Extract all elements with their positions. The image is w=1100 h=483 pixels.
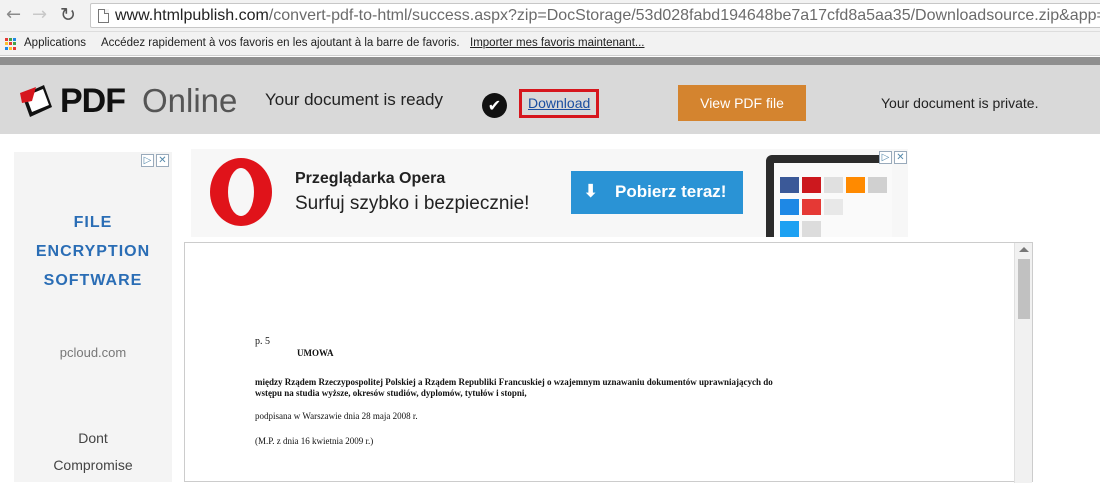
ad-close-icon[interactable]: ✕ [894,151,907,164]
document-heading: UMOWA [297,348,334,358]
opera-logo-icon [210,158,272,226]
tile-icon [802,199,821,215]
document-viewer[interactable]: p. 5 UMOWA między Rządem Rzeczypospolite… [184,242,1033,483]
laptop-screen [774,163,892,237]
view-pdf-button[interactable]: View PDF file [678,85,806,121]
left-ad-title-line: SOFTWARE [43,272,143,289]
left-ad-tagline: Dont Compromise [14,425,172,479]
tile-icon [780,221,799,237]
laptop-screenshot-image [766,155,892,237]
tile-icon [846,177,865,193]
logo-online-text: Online [142,82,238,119]
scroll-thumb[interactable] [1018,259,1030,319]
opera-advertisement[interactable]: Przeglądarka Opera Surfuj szybko i bezpi… [191,149,908,237]
page: PDF Online Your document is ready ✔ Down… [0,57,1100,483]
left-ad-tag-line: Dont [78,430,108,446]
site-header: PDF Online Your document is ready ✔ Down… [0,65,1100,134]
adchoices-icon[interactable]: ▷ [141,154,154,167]
main-content: ▷ ✕ FILE ENCRYPTION SOFTWARE pcloud.com … [0,134,1100,483]
document-line: (M.P. z dnia 16 kwietnia 2009 r.) [255,436,374,446]
bookmarks-bar: Applications Accédez rapidement à vos fa… [0,32,1100,56]
ad-download-button[interactable]: ⬇ Pobierz teraz! [571,171,743,214]
ad-subtitle: Surfuj szybko i bezpiecznie! [295,193,530,214]
pdf-online-logo[interactable]: PDF Online [18,81,243,125]
left-ad-title: FILE ENCRYPTION SOFTWARE [14,208,172,295]
tile-icon [868,177,887,193]
vertical-scrollbar[interactable] [1014,243,1032,483]
document-line: między Rządem Rzeczypospolitej Polskiej … [255,377,773,387]
back-arrow-icon[interactable]: ← [6,4,21,26]
tile-icon [780,199,799,215]
tile-icon [824,177,843,193]
download-highlight: Download [519,89,599,118]
import-bookmarks-link[interactable]: Importer mes favoris maintenant... [470,37,644,49]
logo-document-icon [20,85,52,117]
document-line: podpisana w Warszawie dnia 28 maja 2008 … [255,411,418,421]
ad-button-label: Pobierz teraz! [615,182,727,201]
bookmark-apps[interactable]: Applications [24,37,86,49]
left-ad-title-line: FILE [73,214,113,231]
tile-icon [802,221,821,237]
status-message: Your document is ready [265,90,443,109]
download-link[interactable]: Download [528,95,590,111]
scroll-up-arrow-icon[interactable] [1019,247,1029,252]
top-strip [0,57,1100,65]
tile-icon [802,177,821,193]
checkmark-icon: ✔ [482,93,507,118]
document-margin-mark: p. 5 [255,336,270,347]
ad-title: Przeglądarka Opera [295,170,446,187]
address-bar[interactable]: www.htmlpublish.com/convert-pdf-to-html/… [90,3,1100,28]
tile-icon [824,199,843,215]
reload-icon[interactable]: ↻ [60,4,76,26]
ad-close-icon[interactable]: ✕ [156,154,169,167]
left-advertisement[interactable]: ▷ ✕ FILE ENCRYPTION SOFTWARE pcloud.com … [14,152,172,482]
adchoices-icon[interactable]: ▷ [879,151,892,164]
page-icon [98,9,109,23]
tile-icon [780,177,799,193]
url-domain: www.htmlpublish.com [115,7,269,24]
left-ad-domain: pcloud.com [59,345,127,360]
left-ad-title-line: ENCRYPTION [35,243,151,260]
forward-arrow-icon[interactable]: → [32,4,47,26]
browser-toolbar: ← → ↻ www.htmlpublish.com/convert-pdf-to… [0,0,1100,32]
download-arrow-icon: ⬇ [583,181,599,202]
bookmarks-hint-text: Accédez rapidement à vos favoris en les … [101,37,460,49]
apps-grid-icon[interactable] [5,38,17,50]
privacy-notice: Your document is private. [881,95,1039,111]
url-path: /convert-pdf-to-html/success.aspx?zip=Do… [268,7,1100,24]
document-line: wstępu na studia wyższe, okresów studiów… [255,388,527,398]
logo-pdf-text: PDF [60,82,126,120]
url-text: www.htmlpublish.com/convert-pdf-to-html/… [115,7,1100,25]
left-ad-tag-line: Compromise [53,457,133,473]
